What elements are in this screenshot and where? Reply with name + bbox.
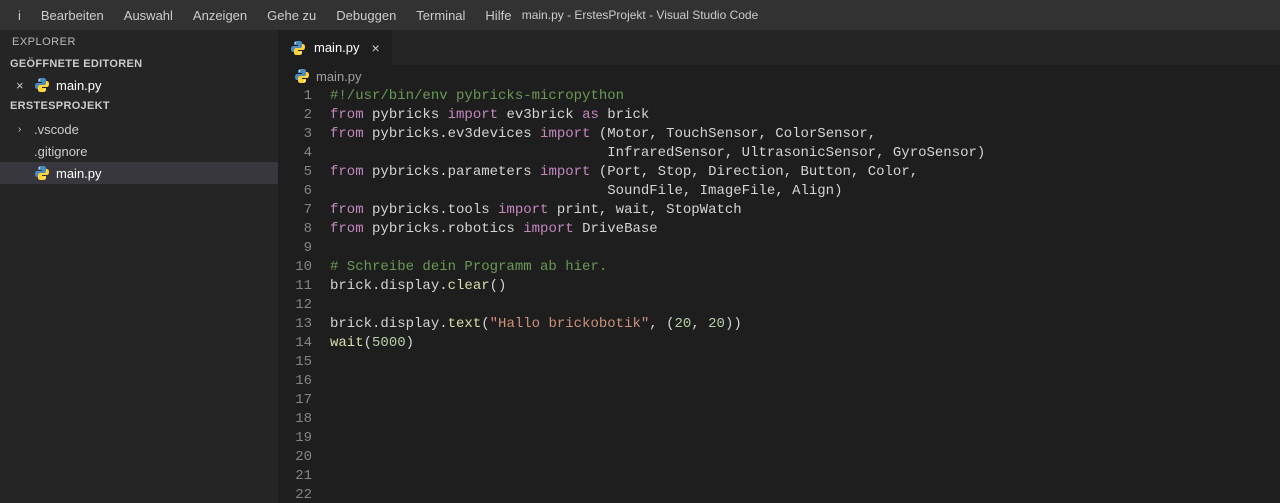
code-line[interactable]: InfraredSensor, UltrasonicSensor, GyroSe… (330, 144, 1280, 163)
close-icon[interactable]: × (368, 40, 380, 56)
code-line[interactable]: from pybricks.tools import print, wait, … (330, 201, 1280, 220)
line-number: 3 (278, 125, 312, 144)
file-tree: › .vscode .gitignore main.py (0, 118, 278, 184)
line-number: 13 (278, 315, 312, 334)
code-line[interactable]: from pybricks.ev3devices import (Motor, … (330, 125, 1280, 144)
code-line[interactable]: wait(5000) (330, 334, 1280, 353)
tab-label: main.py (314, 40, 360, 55)
code-line[interactable]: from pybricks import ev3brick as brick (330, 106, 1280, 125)
line-number: 16 (278, 372, 312, 391)
python-icon (290, 40, 306, 56)
editor-area: main.py× main.py 12345678910111213141516… (278, 30, 1280, 503)
python-icon (294, 68, 310, 84)
code-line[interactable]: brick.display.clear() (330, 277, 1280, 296)
code-line[interactable] (330, 239, 1280, 258)
tree-item--vscode[interactable]: › .vscode (0, 118, 278, 140)
line-number: 5 (278, 163, 312, 182)
code-line[interactable] (330, 429, 1280, 448)
window-title: main.py - ErstesProjekt - Visual Studio … (522, 8, 759, 22)
line-number: 1 (278, 87, 312, 106)
code-line[interactable]: brick.display.text("Hallo brickobotik", … (330, 315, 1280, 334)
code-line[interactable] (330, 486, 1280, 503)
code-area[interactable]: 12345678910111213141516171819202122 #!/u… (278, 87, 1280, 503)
code-line[interactable]: SoundFile, ImageFile, Align) (330, 182, 1280, 201)
python-icon (34, 165, 50, 181)
code-line[interactable]: # Schreibe dein Programm ab hier. (330, 258, 1280, 277)
close-icon[interactable]: × (16, 78, 28, 93)
code-line[interactable]: from pybricks.parameters import (Port, S… (330, 163, 1280, 182)
code-line[interactable] (330, 467, 1280, 486)
tree-item-label: main.py (56, 166, 102, 181)
code-line[interactable] (330, 353, 1280, 372)
code-line[interactable] (330, 296, 1280, 315)
menu-anzeigen[interactable]: Anzeigen (183, 4, 257, 27)
code-content[interactable]: #!/usr/bin/env pybricks-micropythonfrom … (330, 87, 1280, 503)
python-icon (34, 77, 50, 93)
line-number: 8 (278, 220, 312, 239)
line-number: 20 (278, 448, 312, 467)
code-line[interactable] (330, 410, 1280, 429)
line-gutter: 12345678910111213141516171819202122 (278, 87, 330, 503)
code-line[interactable]: from pybricks.robotics import DriveBase (330, 220, 1280, 239)
menubar: iBearbeitenAuswahlAnzeigenGehe zuDebugge… (8, 4, 521, 27)
explorer-sidebar: EXPLORER GEÖFFNETE EDITOREN × main.py ERS… (0, 30, 278, 503)
tabs-row: main.py × (278, 30, 1280, 65)
breadcrumb[interactable]: main.py (278, 65, 1280, 87)
line-number: 14 (278, 334, 312, 353)
line-number: 10 (278, 258, 312, 277)
menu-auswahl[interactable]: Auswahl (114, 4, 183, 27)
line-number: 4 (278, 144, 312, 163)
code-line[interactable] (330, 391, 1280, 410)
line-number: 9 (278, 239, 312, 258)
line-number: 7 (278, 201, 312, 220)
line-number: 22 (278, 486, 312, 503)
tree-item-label: .vscode (34, 122, 79, 137)
code-line[interactable] (330, 372, 1280, 391)
code-line[interactable] (330, 448, 1280, 467)
menu-bearbeiten[interactable]: Bearbeiten (31, 4, 114, 27)
line-number: 15 (278, 353, 312, 372)
explorer-title: EXPLORER (0, 30, 278, 54)
code-line[interactable]: #!/usr/bin/env pybricks-micropython (330, 87, 1280, 106)
line-number: 17 (278, 391, 312, 410)
menu-debuggen[interactable]: Debuggen (326, 4, 406, 27)
chevron-right-icon: › (18, 124, 28, 135)
titlebar: iBearbeitenAuswahlAnzeigenGehe zuDebugge… (0, 0, 1280, 30)
open-editor-label: main.py (56, 78, 102, 93)
line-number: 21 (278, 467, 312, 486)
tree-item--gitignore[interactable]: .gitignore (0, 140, 278, 162)
menu-i[interactable]: i (8, 4, 31, 27)
line-number: 12 (278, 296, 312, 315)
tab-main-py[interactable]: main.py × (278, 30, 393, 65)
open-editors-header[interactable]: GEÖFFNETE EDITOREN (0, 54, 278, 74)
breadcrumb-file[interactable]: main.py (316, 69, 362, 84)
open-editor-item[interactable]: × main.py (0, 74, 278, 96)
tree-item-main-py[interactable]: main.py (0, 162, 278, 184)
menu-hilfe[interactable]: Hilfe (475, 4, 521, 27)
line-number: 11 (278, 277, 312, 296)
main-area: EXPLORER GEÖFFNETE EDITOREN × main.py ERS… (0, 30, 1280, 503)
line-number: 18 (278, 410, 312, 429)
menu-terminal[interactable]: Terminal (406, 4, 475, 27)
line-number: 6 (278, 182, 312, 201)
menu-gehe zu[interactable]: Gehe zu (257, 4, 326, 27)
line-number: 19 (278, 429, 312, 448)
project-header[interactable]: ERSTESPROJEKT (0, 96, 278, 116)
line-number: 2 (278, 106, 312, 125)
tree-item-label: .gitignore (34, 144, 87, 159)
